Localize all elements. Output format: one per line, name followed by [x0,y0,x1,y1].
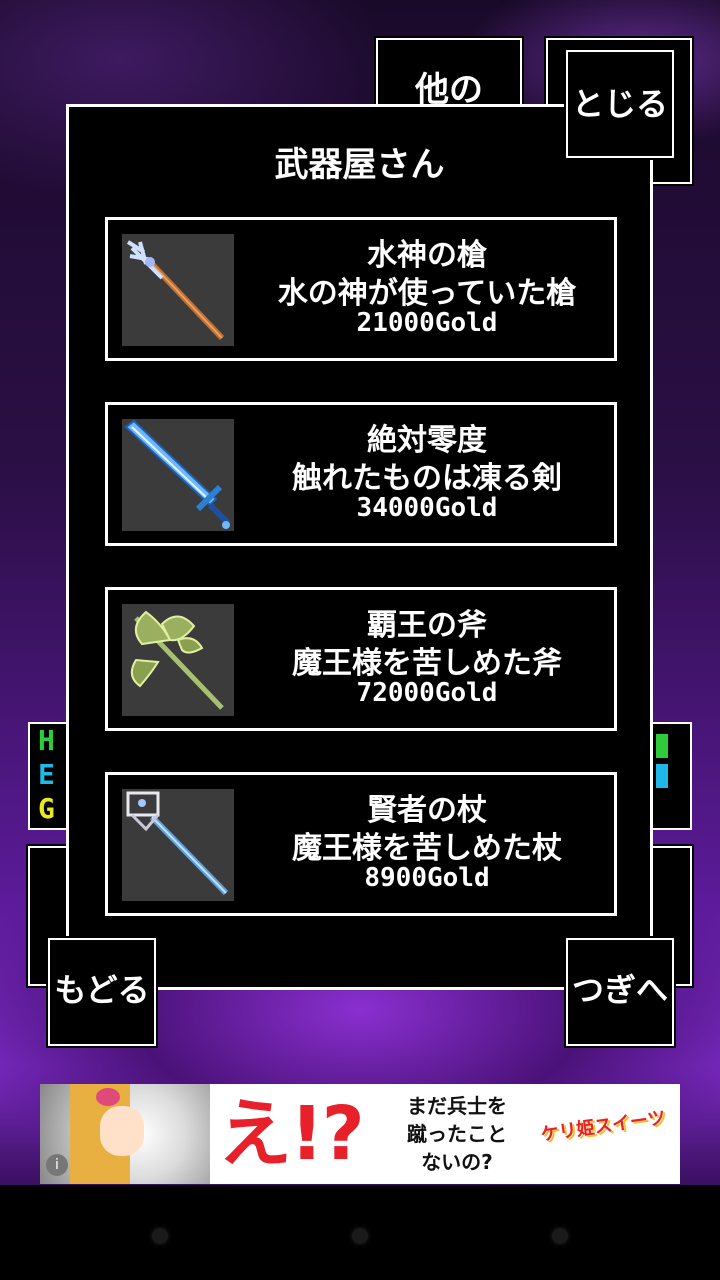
stats-panel-right [652,722,692,830]
stats-panel-left: H E G [28,722,68,830]
ad-logo: ケリ姫スイーツ [539,1107,667,1146]
item-description: 魔王様を苦しめた斧 [292,646,562,681]
nav-back-icon[interactable] [152,1228,168,1244]
sage-staff-icon [122,789,234,901]
info-icon[interactable]: i [46,1154,68,1176]
panel-title: 武器屋さん [274,145,445,185]
back-button[interactable]: もどる [46,936,158,1048]
ad-copy-line: 蹴ったこと [407,1122,507,1146]
stat-h: H [38,724,55,757]
item-price: 21000Gold [356,308,498,338]
item-price: 8900Gold [364,863,490,893]
back-button-label: もどる [54,971,150,1009]
shop-panel: 武器屋さん 水神の槍 水の神が使っていた槍 21000Gold 絶対零度 触れた [66,104,653,990]
ad-copy: まだ兵士を 蹴ったこと ないの? [392,1092,522,1176]
exp-bar [656,764,668,788]
shop-item[interactable]: 絶対零度 触れたものは凍る剣 34000Gold [105,402,617,546]
item-price: 34000Gold [356,493,498,523]
close-button-label: とじる [571,85,668,123]
shop-item[interactable]: 覇王の斧 魔王様を苦しめた斧 72000Gold [105,587,617,731]
close-button[interactable]: とじる [564,48,676,160]
nav-home-icon[interactable] [352,1228,368,1244]
ad-copy-line: ないの? [421,1150,493,1174]
item-price: 72000Gold [356,678,498,708]
trident-icon [122,234,234,346]
item-description: 水の神が使っていた槍 [277,276,577,311]
battle-axe-icon [122,604,234,716]
ice-sword-icon [122,419,234,531]
next-button[interactable]: つぎへ [564,936,676,1048]
shop-item[interactable]: 水神の槍 水の神が使っていた槍 21000Gold [105,217,617,361]
ad-banner[interactable]: i え!? まだ兵士を 蹴ったこと ないの? ケリ姫スイーツ [40,1084,680,1184]
ad-exclaim: え!? [218,1091,365,1177]
item-description: 魔王様を苦しめた杖 [292,831,562,866]
hp-bar [656,734,668,758]
stat-g: G [38,792,55,825]
item-description: 触れたものは凍る剣 [292,461,562,496]
nav-recent-icon[interactable] [552,1228,568,1244]
ad-copy-line: まだ兵士を [407,1094,507,1118]
next-button-label: つぎへ [571,971,668,1009]
shop-item[interactable]: 賢者の杖 魔王様を苦しめた杖 8900Gold [105,772,617,916]
stat-e: E [38,758,55,791]
